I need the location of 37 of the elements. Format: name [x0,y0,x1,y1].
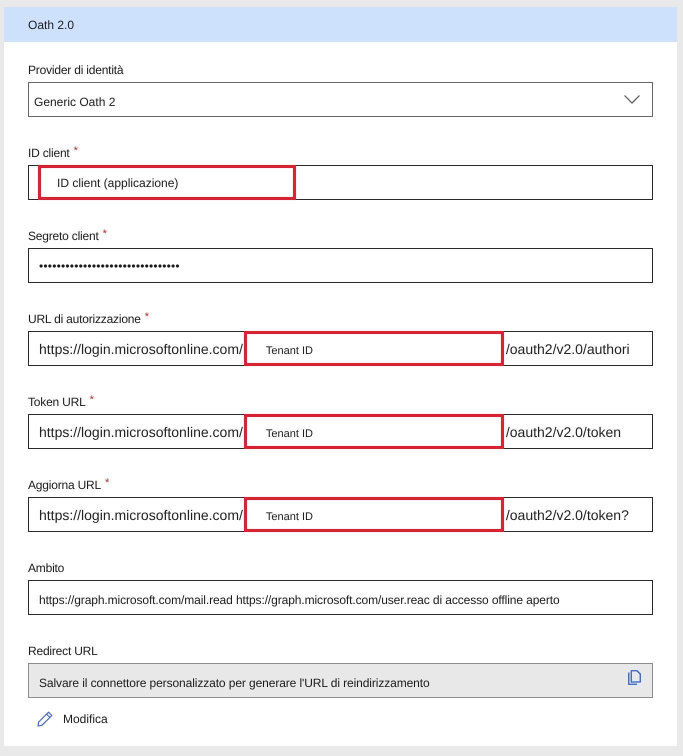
url-prefix-text: https://login.microsoftonline.com/ [39,506,243,522]
url-suffix-text: /oauth2/v2.0/authori [506,340,630,356]
required-asterisk: * [74,145,78,157]
required-asterisk: * [102,228,107,240]
field-label: ID client [28,145,70,161]
required-asterisk: * [104,477,110,489]
text-input[interactable]: https://graph.microsoft.com/mail.read https://graph.microsoft.com/user.reac di accesso offline aperto [28,580,653,615]
chevron-down-icon [624,95,640,104]
field-label: Provider di identità [28,62,124,78]
required-asterisk: * [90,394,94,406]
highlight-callout: Tenant ID [244,331,504,366]
field-label: Ambito [28,560,64,576]
field-label: Aggiorna URL [28,477,101,493]
field-label: Token URL [28,394,86,410]
password-input[interactable]: •••••••••••••••••••••••••••••••• [28,248,653,283]
field-label: URL di autorizzazione [28,311,141,327]
section-title: Oath 2.0 [28,18,74,32]
dropdown-value: Generic Oath 2 [34,94,116,108]
copy-icon[interactable] [628,670,641,684]
url-prefix-text: https://login.microsoftonline.com/ [39,340,243,356]
field-label: Redirect URL [28,643,98,659]
highlight-callout: Tenant ID [244,497,504,532]
text-input[interactable]: ID client (applicazione) [28,165,653,200]
edit-link[interactable]: Modifica [28,711,108,727]
url-prefix-text: https://login.microsoftonline.com/ [39,424,243,440]
url-input[interactable]: https://login.microsoftonline.com/ Tenant ID /oauth2/v2.0/authori [28,331,653,366]
required-asterisk: * [144,311,150,323]
highlight-callout: ID client (applicazione) [38,165,296,200]
url-suffix-text: /oauth2/v2.0/token? [506,506,629,522]
url-input[interactable]: https://login.microsoftonline.com/ Tenant ID /oauth2/v2.0/token [28,414,653,449]
redirect-url-text: Salvare il connettore personalizzato per generare l'URL di reindirizzamento [39,675,430,690]
url-input[interactable]: https://login.microsoftonline.com/ Tenant ID /oauth2/v2.0/token? [28,497,653,532]
pencil-icon [37,711,53,727]
field-label: Segreto client [28,228,99,244]
url-suffix-text: /oauth2/v2.0/token [506,424,622,440]
provider-dropdown[interactable]: Generic Oath 2 [28,82,653,117]
highlight-callout: Tenant ID [244,414,504,449]
